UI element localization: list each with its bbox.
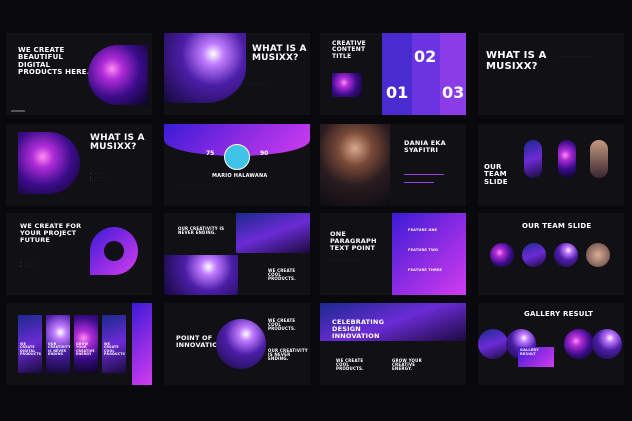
slide-body-text: · · · · · · · · · · · · · · · · — [330, 258, 359, 262]
feature-item: FEATURE ONE — [408, 228, 438, 232]
slide-title: WHAT IS A MUSIXX? — [90, 133, 145, 153]
slide-image — [18, 132, 80, 194]
team-avatar — [522, 243, 546, 267]
team-photo — [558, 140, 576, 178]
card-text: OUR CREATIVITY IS NEVER ENDING — [48, 342, 71, 357]
step-number: 02 — [414, 47, 437, 66]
concert-image — [216, 319, 266, 369]
slide-1[interactable]: WE CREATE BEAUTIFUL DIGITAL PRODUCTS HER… — [6, 33, 152, 115]
slide-11[interactable]: ONE PARAGRAPH TEXT POINT · · · · · · · ·… — [320, 213, 466, 295]
card-text: GROW YOUR CREATIVE ENERGY — [76, 342, 95, 357]
slide-body-text: · · · · · · · · · · · · · · · · — [18, 77, 47, 81]
slide-15[interactable]: CELEBRATING DESIGN INNOVATION WE CREATE … — [320, 303, 466, 385]
gallery-label-text: GALLERY RESULT — [520, 348, 539, 356]
text-block: OUR CREATIVITY IS NEVER ENDING. — [178, 226, 225, 236]
slide-title: ONE PARAGRAPH TEXT POINT — [330, 230, 377, 252]
slide-10[interactable]: OUR CREATIVITY IS NEVER ENDING. WE CREAT… — [164, 213, 310, 295]
text-block: WE CREATE COOL PRODUCTS. — [268, 268, 296, 282]
step-number: 01 — [386, 83, 409, 102]
skill-bar — [404, 174, 444, 175]
slide-image — [332, 73, 362, 97]
gallery-image — [478, 329, 508, 359]
accent-bar — [132, 303, 152, 385]
text-block: WE CREATE COOL PRODUCTS. — [336, 358, 364, 372]
slide-13[interactable]: WE CREATE DIGITAL PRODUCTS OUR CREATIVIT… — [6, 303, 152, 385]
gallery-image — [564, 329, 594, 359]
text-block: OUR CREATIVITY IS NEVER ENDING. — [268, 348, 308, 362]
feature-item: FEATURE THREE — [408, 268, 443, 272]
team-avatar — [490, 243, 514, 267]
slide-title: OUR TEAM SLIDE — [484, 163, 508, 186]
slide-8[interactable]: OUR TEAM SLIDE — [478, 124, 624, 206]
slide-6[interactable]: 75 90 MARIO HALAWANA · · · · · · · · · ·… — [164, 124, 310, 206]
concert-image — [164, 255, 238, 295]
column-bar — [382, 33, 412, 115]
column-bar — [412, 33, 440, 115]
slide-title: WE CREATE FOR YOUR PROJECT FUTURE — [20, 222, 82, 244]
slide-title: CELEBRATING DESIGN INNOVATION — [332, 318, 385, 340]
avatar — [224, 144, 250, 170]
slide-body-text: · · · · · · · · · · · · · · · · · · · · … — [556, 54, 594, 58]
bullet-list: • · · · · · · · · • · · · · · · · · — [20, 260, 36, 268]
feature-item: FEATURE TWO — [408, 248, 439, 252]
slide-5[interactable]: WHAT IS A MUSIXX? • · · · · · · · · • · ·… — [6, 124, 152, 206]
stat-right: 90 — [260, 150, 269, 157]
person-name: DANIA EKA SYAFITRI — [404, 139, 446, 154]
slide-title: CREATIVE CONTENT TITLE — [332, 40, 366, 60]
card-text: WE CREATE COOL PRODUCTS — [104, 342, 126, 357]
bullet-list: • · · · · · · · · • · · · · · · · · • · · … — [90, 171, 106, 183]
slide-title: POINT OF INNOVATION — [176, 334, 224, 349]
team-photo — [590, 140, 608, 178]
column-bar — [440, 33, 466, 115]
slide-footer — [11, 110, 25, 112]
text-block: WE CREATE COOL PRODUCTS. — [268, 318, 296, 332]
slide-title: WHAT IS A MUSIXX? — [252, 44, 307, 64]
crowd-image — [164, 33, 246, 103]
slide-16[interactable]: GALLERY RESULT GALLERY RESULT — [478, 303, 624, 385]
slide-body-text: · · · · · · · · · · · · · · · · · · — [236, 82, 269, 86]
slide-title: WE CREATE BEAUTIFUL DIGITAL PRODUCTS HER… — [18, 46, 90, 77]
slide-4[interactable]: WHAT IS A MUSIXX? · · · · · · · · · · · … — [478, 33, 624, 115]
concert-image — [236, 213, 310, 253]
bio-text: · · · · · · · · · · · · · · · · · · · · … — [176, 183, 234, 187]
slide-title: OUR TEAM SLIDE — [522, 222, 592, 230]
stat-left: 75 — [206, 150, 215, 157]
team-photo — [524, 140, 542, 178]
team-avatar — [554, 243, 578, 267]
portrait-image — [320, 124, 390, 206]
step-number: 03 — [442, 83, 465, 102]
feature-panel — [392, 213, 466, 295]
concert-image — [88, 45, 148, 105]
team-avatar — [586, 243, 610, 267]
logo-hole — [104, 241, 124, 261]
slide-7[interactable]: DANIA EKA SYAFITRI — [320, 124, 466, 206]
slide-14[interactable]: POINT OF INNOVATION WE CREATE COOL PRODU… — [164, 303, 310, 385]
skill-bar — [404, 182, 434, 183]
slide-title: GALLERY RESULT — [524, 310, 594, 318]
slide-9[interactable]: WE CREATE FOR YOUR PROJECT FUTURE • · · … — [6, 213, 152, 295]
person-name: MARIO HALAWANA — [212, 173, 268, 179]
card-text: WE CREATE DIGITAL PRODUCTS — [20, 342, 42, 357]
text-block: GROW YOUR CREATIVE ENERGY. — [392, 358, 422, 372]
gallery-image — [592, 329, 622, 359]
slide-12[interactable]: OUR TEAM SLIDE — [478, 213, 624, 295]
slide-2[interactable]: WHAT IS A MUSIXX? · · · · · · · · · · · … — [164, 33, 310, 115]
slide-3[interactable]: CREATIVE CONTENT TITLE 01 02 03 — [320, 33, 466, 115]
slide-title: WHAT IS A MUSIXX? — [486, 50, 547, 72]
